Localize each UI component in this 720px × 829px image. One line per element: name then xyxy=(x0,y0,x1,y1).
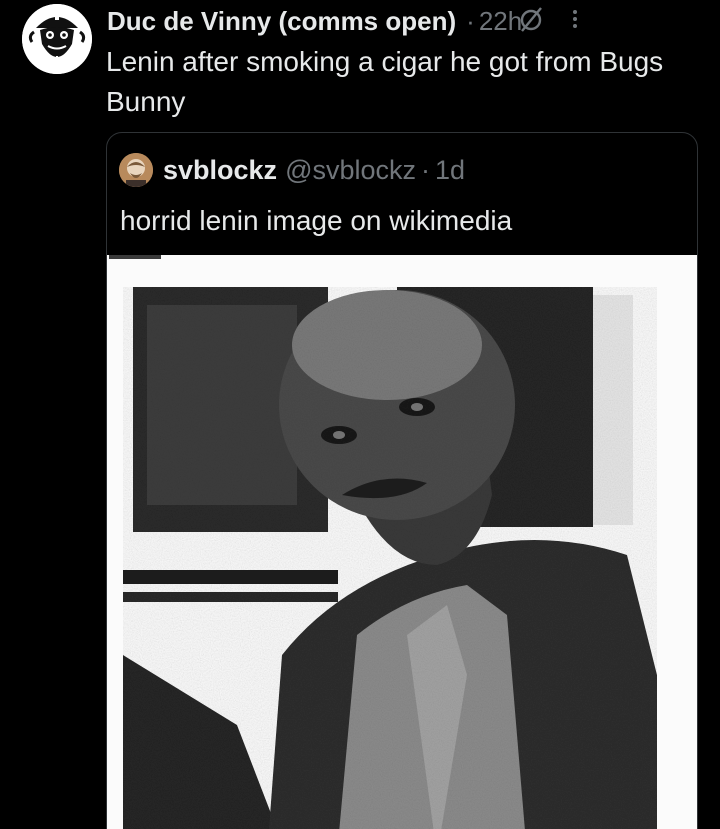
tweet-header: Duc de Vinny (comms open) · 22h xyxy=(107,4,700,38)
more-options-icon[interactable] xyxy=(565,4,585,34)
quoted-tweet[interactable]: svblockz @svblockz · 1d horrid lenin ima… xyxy=(106,132,698,829)
quoted-timestamp: 1d xyxy=(435,154,466,185)
bearded-figure-avatar-icon xyxy=(22,4,92,74)
quoted-author-avatar xyxy=(119,153,153,187)
author-avatar[interactable] xyxy=(22,4,92,74)
quoted-tweet-header: svblockz @svblockz · 1d xyxy=(119,152,465,188)
quoted-media-image[interactable] xyxy=(107,255,697,829)
portrait-photo xyxy=(107,255,697,829)
grok-icon[interactable] xyxy=(516,4,546,34)
quoted-author-handle: @svblockz xyxy=(285,154,417,185)
header-separator: · xyxy=(466,5,475,36)
tweet-text: Lenin after smoking a cigar he got from … xyxy=(106,46,664,117)
quoted-tweet-text: horrid lenin image on wikimedia xyxy=(120,205,513,236)
quoted-header-separator: · xyxy=(421,154,431,185)
portrait-avatar-icon xyxy=(119,153,153,187)
author-display-name[interactable]: Duc de Vinny (comms open) xyxy=(107,6,456,37)
quoted-author-display-name: svblockz xyxy=(163,154,278,185)
tweet: Duc de Vinny (comms open) · 22h Lenin af… xyxy=(0,0,720,829)
